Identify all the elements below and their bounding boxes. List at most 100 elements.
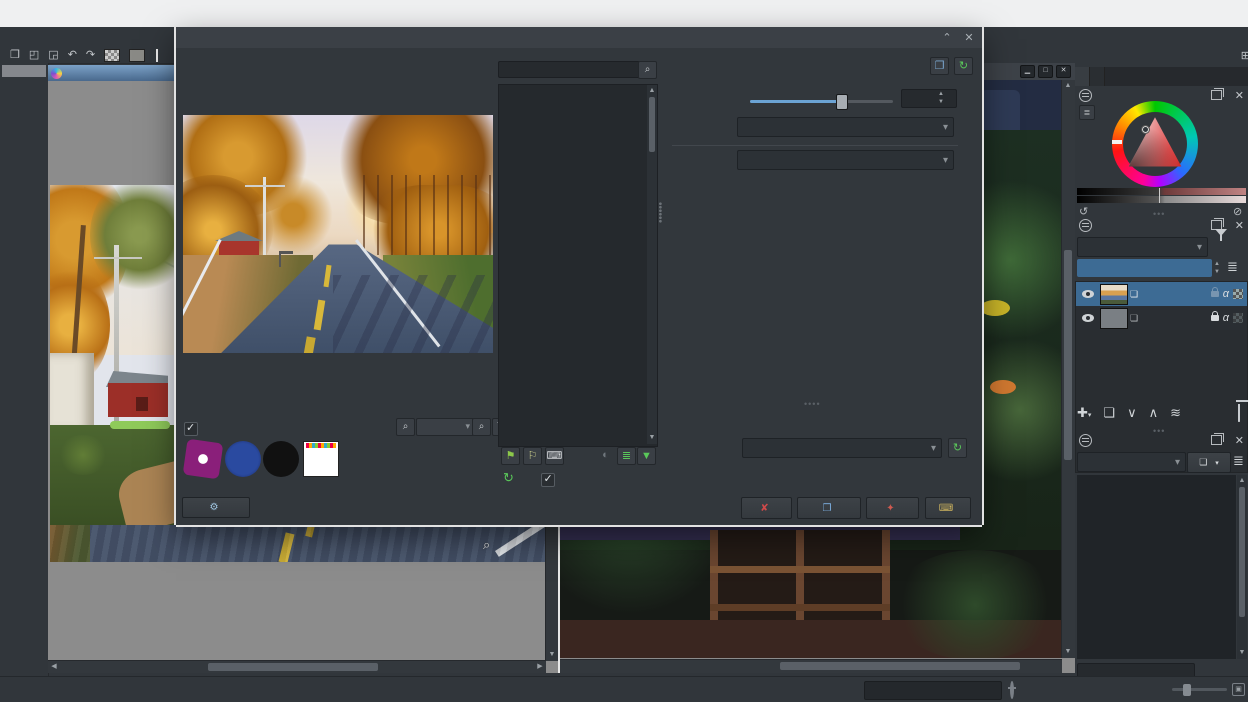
apply-icon: ✦ xyxy=(886,502,895,514)
blend-mode-select[interactable] xyxy=(1077,237,1208,257)
right-view-horizontal-scrollbar[interactable] xyxy=(560,659,1062,673)
layer-alpha-inherit-icon[interactable] xyxy=(1233,313,1243,323)
layer-lock-icon[interactable] xyxy=(1210,287,1219,297)
internet-checkbox[interactable] xyxy=(541,472,556,487)
right-view-vertical-scrollbar[interactable]: ▲ ▼ xyxy=(1061,80,1075,658)
layers-menu-icon[interactable] xyxy=(1079,218,1092,232)
layer-alpha-icon[interactable]: α xyxy=(1223,288,1229,300)
tag-button[interactable]: ❑ ▾ xyxy=(1187,452,1231,473)
gmic-dialog-titlebar[interactable] xyxy=(176,27,982,48)
brush-float-icon[interactable] xyxy=(1210,433,1224,445)
redo-icon[interactable]: ↷ xyxy=(86,49,95,62)
docker-menu-icon[interactable] xyxy=(1079,88,1092,102)
remove-favorite-icon[interactable]: ⚐ xyxy=(523,447,542,465)
apply-button[interactable]: ✦ xyxy=(866,497,919,519)
selector-settings-icon[interactable]: ≣ xyxy=(1079,105,1095,120)
layer-alpha-icon[interactable]: α xyxy=(1223,312,1229,324)
subwindow-close-icon[interactable]: ✕ xyxy=(1056,65,1071,78)
layer-properties-icon[interactable]: ≋ xyxy=(1170,405,1181,421)
amplitude-slider-handle[interactable] xyxy=(836,94,848,110)
subwindow-minimize-icon[interactable]: ▁ xyxy=(1020,65,1035,78)
download-filters-icon[interactable]: ▼ xyxy=(637,447,656,465)
brush-menu-icon[interactable] xyxy=(1079,433,1092,447)
value-gradient-bar[interactable] xyxy=(1077,188,1246,195)
left-view-horizontal-scrollbar[interactable]: ◀ ▶ xyxy=(48,660,546,673)
main-window-titlebar[interactable] xyxy=(0,0,1248,27)
toolbox-drag-handle[interactable] xyxy=(2,65,46,77)
web-update-icon[interactable]: ◐ xyxy=(597,447,614,463)
layer-lock-icon[interactable] xyxy=(1210,311,1219,321)
preset-group-select[interactable] xyxy=(1077,452,1186,472)
preview-checkbox[interactable] xyxy=(184,421,198,436)
cnrs-logo xyxy=(225,441,261,479)
fullscreen-button[interactable]: ❐ xyxy=(797,497,861,519)
move-layer-up-icon[interactable]: ∧ xyxy=(1149,405,1159,421)
move-layer-down-icon[interactable]: ∨ xyxy=(1127,405,1137,421)
layer-row-base[interactable]: ❏ α xyxy=(1076,282,1247,306)
copy-command-icon[interactable]: ❐ xyxy=(930,57,949,75)
rename-favorite-icon[interactable]: ⌨ xyxy=(545,447,564,465)
canvas-painting-left-strip[interactable] xyxy=(50,185,176,525)
add-favorite-icon[interactable]: ⚑ xyxy=(501,447,520,465)
zoom-slider-handle[interactable] xyxy=(1183,684,1191,696)
layers-close-icon[interactable]: ✕ xyxy=(1235,219,1244,232)
layer-visibility-icon[interactable] xyxy=(1082,314,1094,322)
reset-parameters-icon[interactable]: ↻ xyxy=(954,57,973,75)
pattern-chooser-swatch[interactable] xyxy=(129,49,146,62)
settings-button[interactable]: ⚙ xyxy=(182,497,250,518)
canvas-rotation-icon[interactable] xyxy=(1010,681,1014,699)
amplitude-spin-up-icon[interactable]: ▲ ▼ xyxy=(938,90,944,106)
dialog-shade-icon[interactable]: ⌃ xyxy=(940,31,954,45)
preview-type-select[interactable] xyxy=(737,150,954,170)
layer-alpha-inherit-icon[interactable] xyxy=(1233,289,1243,299)
brush-close-icon[interactable]: ✕ xyxy=(1235,434,1244,447)
splitter-handle[interactable]: •••••• xyxy=(654,202,665,223)
search-icon[interactable]: ⌕ xyxy=(638,61,657,79)
filter-search-input[interactable] xyxy=(498,61,640,78)
open-document-icon[interactable]: ◰ xyxy=(29,49,39,62)
tab-tool-options[interactable] xyxy=(1090,67,1105,86)
subwindow-maximize-icon[interactable]: □ xyxy=(1038,65,1053,78)
color-space-select[interactable] xyxy=(737,117,954,137)
brush-presets-header[interactable]: ✕ xyxy=(1075,431,1248,449)
duplicate-layer-icon[interactable]: ❏ xyxy=(1103,405,1115,421)
save-icon[interactable]: ◲ xyxy=(48,49,58,62)
brush-grid-scrollbar[interactable]: ▲ ▼ xyxy=(1237,475,1247,659)
add-layer-icon[interactable]: ✚▾ xyxy=(1077,405,1091,421)
layer-options-icon[interactable]: ≣ xyxy=(1227,259,1238,275)
float-docker-icon[interactable] xyxy=(1210,88,1224,100)
canvas-painting-road-strip[interactable] xyxy=(50,525,546,562)
opacity-slider[interactable] xyxy=(1077,259,1212,277)
input-layers-select[interactable] xyxy=(742,438,942,458)
zoom-slider[interactable] xyxy=(1172,688,1227,691)
opacity-spin-icons[interactable]: ▲ ▼ xyxy=(1214,260,1220,276)
amplitude-spinbox[interactable] xyxy=(901,89,957,108)
brush-view-mode-icon[interactable]: ≣ xyxy=(1233,453,1244,469)
wrench-icon: ⚙ xyxy=(209,502,219,513)
filter-sources-icon[interactable]: ≣ xyxy=(617,447,636,465)
image-size-field[interactable] xyxy=(864,681,1002,700)
layer-row-background[interactable]: ❏ α xyxy=(1076,306,1247,330)
undo-icon[interactable]: ↶ xyxy=(68,49,77,62)
preview-zoom-combo[interactable] xyxy=(416,418,474,436)
workspace-chooser-icon[interactable]: ⊞ xyxy=(1241,49,1248,62)
layer-visibility-icon[interactable] xyxy=(1082,290,1094,298)
refresh-layers-icon[interactable]: ↻ xyxy=(948,438,967,458)
zoom-100-icon[interactable]: ▣ xyxy=(1232,683,1245,696)
zoom-out-icon[interactable]: ⌕ xyxy=(396,418,415,436)
cancel-button[interactable]: ✘ xyxy=(741,497,792,519)
gradient-chooser-swatch[interactable] xyxy=(104,49,121,62)
sv-picker-circle[interactable] xyxy=(1141,125,1150,134)
refresh-filters-icon[interactable]: ↻ xyxy=(503,470,514,486)
new-document-icon[interactable]: ❐ xyxy=(10,49,20,62)
filter-list-scrollbar[interactable]: ▲ ▼ xyxy=(647,85,657,444)
ok-button[interactable]: ⌨ xyxy=(925,497,971,519)
layer-filter-icon[interactable] xyxy=(1215,229,1227,254)
delete-layer-icon[interactable] xyxy=(1238,404,1240,422)
zoom-in-icon[interactable]: ⌕ xyxy=(472,418,491,436)
tab-advanced-color-selector[interactable] xyxy=(1075,67,1090,86)
tint-gradient-bar[interactable] xyxy=(1077,196,1246,203)
dialog-close-icon[interactable]: ✕ xyxy=(962,31,976,45)
horizontal-splitter-handle[interactable]: •••• xyxy=(804,399,821,409)
close-docker-icon[interactable]: ✕ xyxy=(1235,89,1244,102)
